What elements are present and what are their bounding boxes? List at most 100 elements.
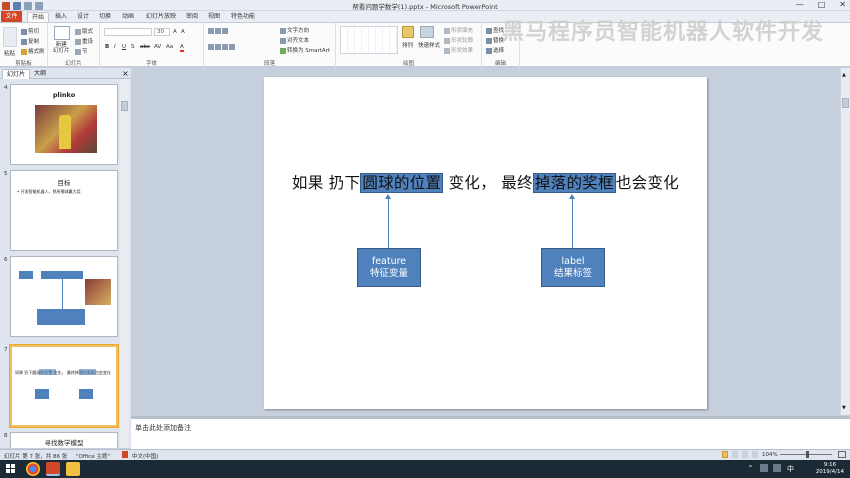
thumbnail-slide-6[interactable] [10, 256, 118, 337]
thumbnails-scrollbar[interactable] [120, 79, 129, 448]
select-button[interactable]: 选择 [486, 46, 504, 54]
shadow-button[interactable]: S [131, 44, 135, 50]
layout-button[interactable]: 版式 [75, 27, 93, 35]
zoom-slider-thumb[interactable] [806, 451, 809, 458]
change-case-button[interactable]: Aa [166, 44, 173, 50]
paste-button[interactable]: 粘贴 [4, 49, 15, 57]
window-controls: — □ ✕ [796, 0, 846, 10]
volume-icon[interactable] [773, 464, 781, 472]
align-text-label: 对齐文本 [287, 38, 310, 44]
close-button[interactable]: ✕ [839, 0, 846, 10]
smartart-button[interactable]: 转换为 SmartArt [280, 46, 330, 54]
format-painter-button[interactable]: 格式刷 [21, 47, 45, 55]
new-slide-icon[interactable] [54, 26, 70, 40]
align-buttons[interactable] [208, 44, 236, 51]
maximize-button[interactable]: □ [818, 0, 826, 10]
thumbnail-slide-5[interactable]: 目标 • 开发智能机器人，抓所需球赢大奖 [10, 170, 118, 251]
group-label-editing: 编辑 [494, 61, 506, 67]
slide-sentence[interactable]: 如果 扔下 圆球的位置 变化， 最终 掉落的奖框 也会变化 [264, 171, 707, 193]
shapes-gallery[interactable] [340, 26, 398, 54]
section-label: 节 [82, 49, 88, 55]
chrome-icon[interactable] [26, 462, 40, 476]
scroll-up-icon[interactable]: ▲ [842, 72, 846, 78]
tab-view[interactable]: 视图 [206, 12, 222, 22]
tab-animations[interactable]: 动画 [120, 12, 136, 22]
shape-outline-button[interactable]: 形状轮廓 [444, 36, 473, 44]
slideshow-view-icon[interactable] [752, 451, 758, 458]
slide-sorter-icon[interactable] [732, 451, 738, 458]
minimize-button[interactable]: — [796, 0, 804, 10]
quick-styles-icon[interactable] [420, 26, 434, 38]
highlight-prize-slot[interactable]: 掉落的奖框 [532, 173, 616, 193]
tab-slides[interactable]: 幻灯片 [2, 69, 31, 79]
slide-canvas[interactable]: 如果 扔下 圆球的位置 变化， 最终 掉落的奖框 也会变化 feature 特征变量 … [264, 77, 707, 409]
section-button[interactable]: 节 [75, 47, 88, 55]
thumbnail-slide-4[interactable]: plinko [10, 84, 118, 165]
shrink-font-button[interactable]: A [181, 29, 185, 35]
new-slide-button[interactable]: 新建 幻灯片 [53, 42, 70, 54]
quick-styles-button[interactable]: 快速样式 [418, 41, 440, 49]
reading-view-icon[interactable] [742, 451, 748, 458]
cut-button[interactable]: 剪切 [21, 27, 39, 35]
scrollbar-thumb[interactable] [121, 101, 128, 111]
editor-scrollbar[interactable]: ▲ ▼ [840, 68, 850, 415]
label-box[interactable]: label 结果标签 [541, 248, 605, 287]
character-spacing-button[interactable]: AV [154, 44, 161, 50]
slide-thumbnails-pane[interactable]: 4 plinko 5 目标 • 开发智能机器人，抓所需球赢大奖 6 7 如果 扔… [0, 79, 131, 448]
arrange-button[interactable]: 排列 [402, 41, 413, 49]
language[interactable]: 中文(中国) [132, 452, 158, 460]
text-direction-button[interactable]: 文字方向 [280, 26, 309, 34]
tab-insert[interactable]: 插入 [53, 12, 69, 22]
font-color-button[interactable]: A [180, 44, 184, 52]
tab-design[interactable]: 设计 [75, 12, 91, 22]
reset-button[interactable]: 重设 [75, 37, 93, 45]
copy-button[interactable]: 复制 [21, 37, 39, 45]
undo-icon[interactable] [24, 1, 32, 10]
tab-file[interactable]: 文件 [1, 11, 22, 22]
strikethrough-button[interactable]: abc [140, 44, 150, 50]
notes-pane[interactable]: 单击此处添加备注 [131, 416, 850, 449]
notes-placeholder[interactable]: 单击此处添加备注 [135, 423, 191, 433]
shape-effects-button[interactable]: 形状效果 [444, 46, 473, 54]
smartart-icon [280, 47, 286, 54]
paste-icon[interactable] [3, 27, 17, 47]
tab-review[interactable]: 审阅 [184, 12, 200, 22]
thumbnail-slide-8[interactable]: 寻找数学模型 [10, 432, 118, 448]
align-text-button[interactable]: 对齐文本 [280, 36, 309, 44]
shape-fill-button[interactable]: 形状填充 [444, 26, 473, 34]
tab-transitions[interactable]: 切换 [97, 12, 113, 22]
bold-button[interactable]: B [105, 44, 109, 50]
fit-to-window-icon[interactable] [838, 451, 846, 458]
network-icon[interactable] [760, 464, 768, 472]
grow-font-button[interactable]: A [173, 29, 177, 35]
ime-indicator[interactable]: 中 [787, 464, 794, 474]
tab-home[interactable]: 开始 [27, 12, 49, 22]
tab-slideshow[interactable]: 幻灯片放映 [146, 12, 176, 22]
underline-button[interactable]: U [122, 44, 126, 50]
scroll-down-icon[interactable]: ▼ [842, 405, 846, 411]
tray-chevron-icon[interactable]: ^ [748, 465, 753, 472]
redo-icon[interactable] [35, 1, 43, 10]
scrollbar-thumb[interactable] [842, 98, 849, 108]
arrange-icon[interactable] [402, 26, 414, 38]
thumbnail-slide-7-selected[interactable]: 如果 扔下圆球的位置 变化， 最终掉落的奖框也会变化 [10, 345, 118, 427]
normal-view-icon[interactable] [722, 451, 728, 458]
bullets-button[interactable] [208, 28, 229, 35]
spellcheck-icon[interactable] [122, 451, 128, 458]
feature-box[interactable]: feature 特征变量 [357, 248, 421, 287]
arrow-line-label[interactable] [572, 198, 573, 248]
windows-start-icon[interactable] [4, 462, 18, 476]
save-icon[interactable] [13, 1, 21, 10]
file-explorer-icon[interactable] [66, 462, 80, 476]
font-size-field[interactable]: 30 [154, 28, 170, 36]
sentence-part: 也会变化 [615, 174, 680, 192]
italic-button[interactable]: I [114, 44, 116, 50]
tab-outline[interactable]: 大纲 [30, 69, 50, 79]
tab-special-features[interactable]: 特色功能 [230, 12, 256, 22]
font-name-field[interactable] [104, 28, 152, 36]
taskbar-clock[interactable]: 9:16 2019/4/14 [816, 462, 844, 476]
arrow-line-feature[interactable] [388, 198, 389, 248]
highlight-ball-position[interactable]: 圆球的位置 [360, 173, 444, 193]
powerpoint-taskbar-icon[interactable] [46, 462, 60, 476]
zoom-level[interactable]: 104% [762, 452, 778, 458]
